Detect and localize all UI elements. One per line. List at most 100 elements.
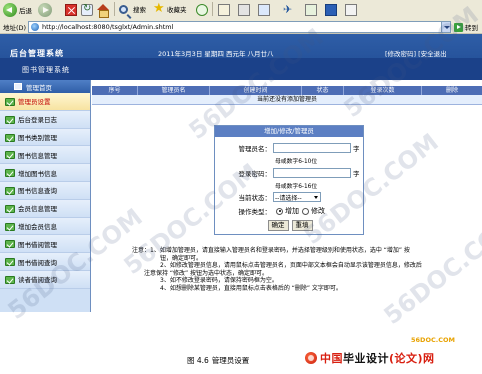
operation-row: 操作类型： 增加 修改 xyxy=(215,206,365,216)
note-line: 3、如不修改登录密码，请保持密码框为空。 xyxy=(160,277,278,285)
sidebar-item-label: 增加会员信息 xyxy=(18,222,57,231)
operation-label: 操作类型： xyxy=(238,208,272,216)
sidebar-item-label: 会员信息管理 xyxy=(18,205,57,214)
sidebar-item[interactable]: 图书信息查询 xyxy=(0,181,90,200)
operation-add-radio[interactable] xyxy=(276,207,283,215)
go-label: 转到 xyxy=(465,24,478,32)
admin-name-input[interactable] xyxy=(273,143,351,153)
word-icon xyxy=(325,4,337,16)
edit-icon xyxy=(258,4,270,16)
address-input[interactable]: http://localhost:8080/tsglxt/Admin.shtml xyxy=(28,21,451,33)
sidebar-item[interactable]: 增加会员信息 xyxy=(0,217,90,236)
print-button[interactable] xyxy=(238,4,250,16)
name-unit: 字 xyxy=(353,145,360,153)
password-row: 登录密码： 字 xyxy=(215,168,365,178)
status-select[interactable]: --请选择-- xyxy=(273,192,321,202)
brand-logo-icon xyxy=(305,352,317,364)
header-account-links[interactable]: [修改密码] [安全退出 xyxy=(385,48,447,58)
address-label: 地址(D) xyxy=(3,24,27,32)
print-icon xyxy=(238,4,250,16)
name-row: 管理员名： 字 xyxy=(215,143,365,153)
sidebar-item-label: 增加图书信息 xyxy=(18,169,57,178)
column-header-created: 创建时间 xyxy=(210,86,302,95)
sidebar-item[interactable]: 后台登录日志 xyxy=(0,110,90,129)
brand-text-black: 毕业设计 xyxy=(343,352,389,365)
admin-table-header: 序号 管理员名 创建时间 状态 登录次数 删除 xyxy=(92,86,482,95)
operation-edit-radio[interactable] xyxy=(302,207,309,215)
stop-icon xyxy=(65,4,77,16)
sidebar-item[interactable]: 增加图书信息 xyxy=(0,164,90,182)
header-datetime: 2011年3月3日 星期四 西元年 八月廿八 xyxy=(158,50,274,58)
home-button[interactable] xyxy=(97,4,109,18)
reset-button[interactable]: 重填 xyxy=(291,220,313,231)
browser-toolbar: 后退 搜索 ★ 收藏夹 ✈ 地址(D) xyxy=(0,0,482,34)
history-icon xyxy=(196,4,208,16)
refresh-button[interactable] xyxy=(81,3,93,16)
checkbox-folder-icon xyxy=(5,169,15,178)
sidebar-item[interactable]: 图书借阅管理 xyxy=(0,235,90,254)
main-content: 序号 管理员名 创建时间 状态 登录次数 删除 当前还没有添加管理员 增加/修改… xyxy=(92,80,482,312)
operation-edit-label: 修改 xyxy=(311,207,325,215)
sidebar-item[interactable]: 图书借阅查询 xyxy=(0,253,90,271)
status-label: 当前状态： xyxy=(238,194,272,202)
sidebar-item-label: 图书借阅查询 xyxy=(18,258,57,267)
usage-notes: 注意：1、如增加管理员，请直接输入管理员名和登录密码，并选择管理级别和使用状态，… xyxy=(132,247,432,293)
sidebar-item[interactable]: 图书类别管理 xyxy=(0,128,90,147)
name-label: 管理员名： xyxy=(238,145,272,153)
mail-button[interactable] xyxy=(218,4,230,16)
sidebar-item-label: 后台登录日志 xyxy=(18,116,57,125)
go-arrow-icon xyxy=(454,22,463,32)
stop-button[interactable] xyxy=(65,4,77,16)
favorites-button[interactable]: ★ 收藏夹 xyxy=(153,1,187,16)
forward-button[interactable] xyxy=(38,3,52,17)
checkbox-folder-icon xyxy=(5,204,15,213)
mail-icon xyxy=(218,4,230,16)
favorites-star-icon: ★ xyxy=(153,1,165,16)
sidebar: 管理首页 管理员设置后台登录日志图书类别管理 图书信息管理增加图书信息图书信息查询… xyxy=(0,80,91,312)
sidebar-item[interactable]: 图书信息管理 xyxy=(0,146,90,165)
brand-text: 中国毕业设计(论文)网 xyxy=(320,350,435,366)
password-input[interactable] xyxy=(273,168,351,178)
search-icon xyxy=(119,4,128,14)
go-button[interactable]: 转到 xyxy=(454,21,482,33)
checkbox-folder-icon xyxy=(5,151,15,160)
note-line: 4、如想删除某管理员，直接用鼠标点击表格后的 “删除” 文字即可。 xyxy=(160,284,342,292)
search-button[interactable]: 搜索 xyxy=(119,4,146,14)
sidebar-heading-label: 管理首页 xyxy=(26,83,52,92)
column-header-delete: 删除 xyxy=(445,87,458,94)
edit-button[interactable] xyxy=(258,4,270,16)
checkbox-folder-icon xyxy=(5,275,15,284)
discuss-button[interactable]: ✈ xyxy=(283,4,295,16)
column-header-status: 状态 xyxy=(302,86,344,95)
figure-caption: 图 4.6 管理员设置 xyxy=(187,355,249,366)
confirm-button[interactable]: 确定 xyxy=(267,220,289,231)
form-title: 增加/修改/管理员 xyxy=(215,126,363,137)
sidebar-item[interactable]: 会员信息管理 xyxy=(0,199,90,218)
word-button[interactable] xyxy=(325,4,337,16)
password-unit: 字 xyxy=(353,170,360,178)
research-button[interactable] xyxy=(305,4,317,16)
checkbox-folder-icon xyxy=(5,240,15,249)
address-dropdown-icon[interactable] xyxy=(441,22,450,32)
checkbox-folder-icon xyxy=(5,258,15,267)
app-subtitle: 图书管理系统 xyxy=(22,66,70,74)
tools-icon xyxy=(345,4,357,16)
caption-text: 管理员设置 xyxy=(211,356,250,365)
brand-text-red2: (论文)网 xyxy=(389,352,435,365)
column-header-login-count: 登录次数 xyxy=(344,86,422,95)
home-page-icon xyxy=(14,83,22,90)
sidebar-item[interactable]: 管理员设置 xyxy=(0,93,90,111)
tools-button[interactable] xyxy=(345,4,357,16)
password-hint: 母或数字6-16位 xyxy=(275,184,318,190)
caption-number: 图 4.6 xyxy=(187,356,209,365)
toolbar-separator xyxy=(114,2,115,16)
checkbox-folder-icon xyxy=(5,133,15,142)
back-button[interactable]: 后退 xyxy=(3,3,32,17)
checkbox-folder-icon xyxy=(5,115,15,124)
status-row: 当前状态： --请选择-- xyxy=(215,192,365,202)
operation-add-label: 增加 xyxy=(285,207,299,215)
sidebar-heading[interactable]: 管理首页 xyxy=(0,80,90,93)
sidebar-item[interactable]: 读者借阅查询 xyxy=(0,270,90,289)
research-icon xyxy=(305,4,317,16)
history-button[interactable] xyxy=(196,4,208,16)
